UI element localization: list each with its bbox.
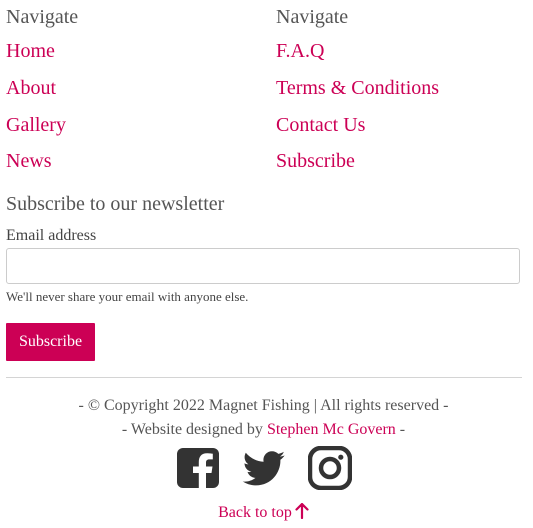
nav-link-home[interactable]: Home xyxy=(6,39,55,63)
instagram-icon[interactable] xyxy=(307,446,352,490)
nav-link-subscribe[interactable]: Subscribe xyxy=(276,149,355,173)
email-label: Email address xyxy=(6,227,97,244)
nav-link-gallery[interactable]: Gallery xyxy=(6,113,66,137)
back-to-top-label: Back to top xyxy=(218,504,292,521)
social-links xyxy=(0,446,527,492)
designed-by-suffix: - xyxy=(395,421,406,438)
nav-link-news[interactable]: News xyxy=(6,149,52,173)
newsletter-title: Subscribe to our newsletter xyxy=(6,193,225,215)
twitter-icon[interactable] xyxy=(242,446,286,490)
arrow-up-icon xyxy=(295,502,309,520)
back-to-top: Back to top xyxy=(0,502,527,523)
nav-link-terms[interactable]: Terms & Conditions xyxy=(276,76,439,100)
facebook-icon[interactable] xyxy=(176,446,220,490)
nav-heading-right: Navigate xyxy=(276,6,349,28)
designed-by-line: - Website designed by Stephen Mc Govern … xyxy=(0,420,527,440)
email-help-text: We'll never share your email with anyone… xyxy=(6,289,249,304)
nav-link-faq[interactable]: F.A.Q xyxy=(276,39,324,63)
nav-link-about[interactable]: About xyxy=(6,76,56,100)
nav-link-contact[interactable]: Contact Us xyxy=(276,113,365,137)
designed-by-prefix: - Website designed by xyxy=(121,421,267,438)
nav-heading-left: Navigate xyxy=(6,6,79,28)
email-field[interactable] xyxy=(6,248,520,284)
copyright-text: - © Copyright 2022 Magnet Fishing | All … xyxy=(78,397,449,414)
designer-link[interactable]: Stephen Mc Govern xyxy=(267,421,396,438)
footer-divider xyxy=(6,377,522,378)
back-to-top-link[interactable]: Back to top xyxy=(218,502,309,521)
subscribe-button[interactable]: Subscribe xyxy=(6,323,95,361)
